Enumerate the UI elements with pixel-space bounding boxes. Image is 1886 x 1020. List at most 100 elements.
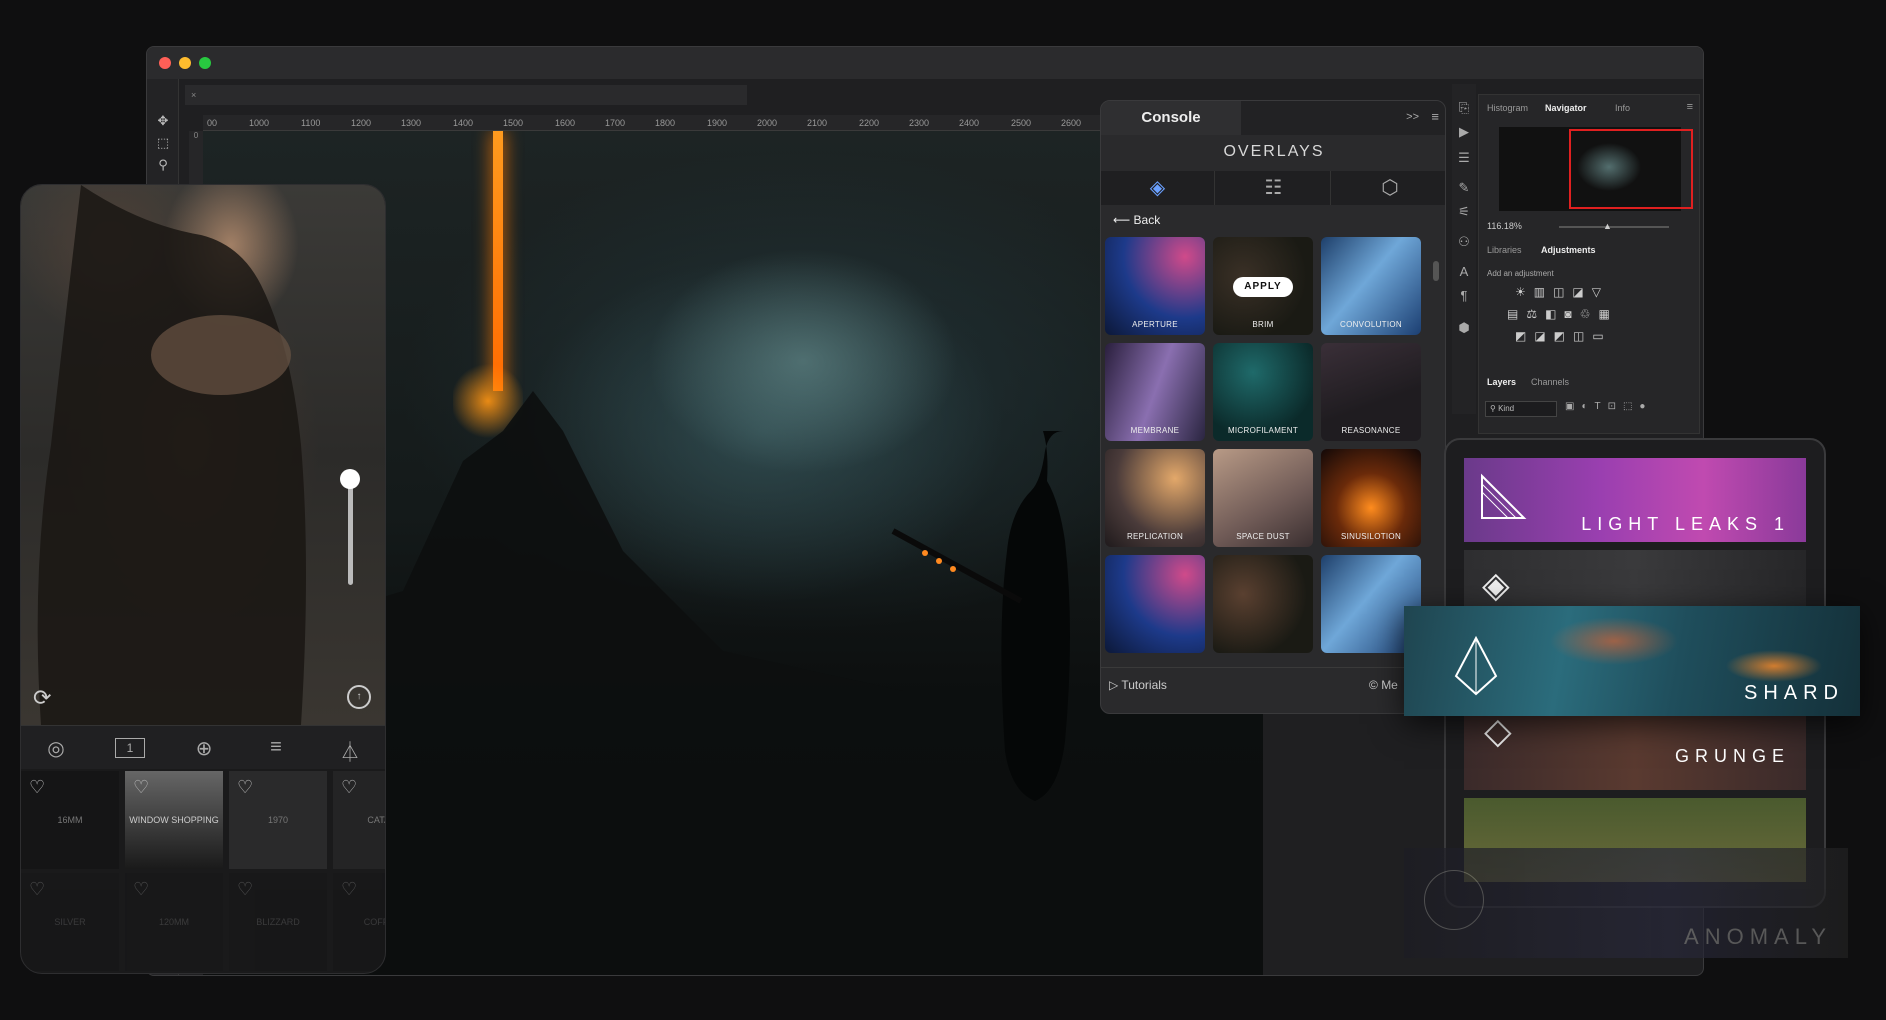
panel-menu-icon[interactable]: ≡ [1431, 109, 1439, 124]
close-window-button[interactable] [159, 57, 171, 69]
film-label: CATAR [367, 815, 385, 825]
tab-layers[interactable]: Layers [1487, 377, 1516, 387]
adjustment-icons-row[interactable]: ▤⚖◧◙♲▦ [1507, 307, 1618, 321]
apply-button[interactable]: APPLY [1233, 277, 1293, 297]
frame-icon[interactable]: 1 [115, 738, 145, 758]
frame-badge: 1 [126, 741, 134, 755]
console-tab[interactable]: Console [1101, 101, 1241, 135]
overlay-pack-banner[interactable]: ◇ GRUNGE [1464, 706, 1806, 790]
film-preset[interactable]: ♡ CATAR [333, 771, 385, 869]
favorite-heart-icon[interactable]: ♡ [341, 777, 357, 798]
blend-icon[interactable]: ◎ [41, 736, 71, 762]
favorite-heart-icon[interactable]: ♡ [237, 777, 253, 798]
properties-icon[interactable]: ☰ [1454, 150, 1474, 170]
tab-info[interactable]: Info [1615, 103, 1630, 113]
move-icon[interactable]: ✥ [153, 113, 173, 131]
layer-filter-icons[interactable]: ▣◐T⊡⬚● [1565, 401, 1652, 412]
sliders-icon[interactable]: ≡ [261, 736, 291, 762]
tab-adjustments[interactable]: Adjustments [1541, 245, 1596, 255]
3d-cube-icon[interactable]: ⬢ [1454, 320, 1474, 340]
adjustments-panel-icon[interactable]: ☷ [1217, 171, 1331, 205]
brush-icon[interactable]: ✎ [1454, 180, 1474, 200]
expand-panel-button[interactable]: >> [1406, 111, 1419, 123]
film-preset[interactable]: ♡ WINDOW SHOPPING [125, 771, 223, 869]
tab-navigator[interactable]: Navigator [1545, 103, 1587, 113]
history-icon[interactable]: ⎘ [1454, 100, 1474, 120]
ruler-mark: 2300 [909, 118, 930, 128]
overlay-tile[interactable]: SPACE DUST [1213, 449, 1313, 547]
play-action-icon[interactable]: ▶ [1454, 124, 1474, 144]
overlay-tile-label: MEMBRANE [1130, 426, 1180, 435]
console-mode-tabs: ◈ ☷ ⬡ [1101, 171, 1445, 205]
magic-wand-icon[interactable]: ⚲ [153, 157, 173, 175]
character-icon[interactable]: A [1454, 264, 1474, 284]
favorite-heart-icon[interactable]: ♡ [237, 879, 253, 900]
overlay-tile[interactable]: APPLY BRIM [1213, 237, 1313, 335]
overlay-tile[interactable]: MEMBRANE [1105, 343, 1205, 441]
film-preset[interactable]: ♡ 16MM [21, 771, 119, 869]
favorite-heart-icon[interactable]: ♡ [341, 879, 357, 900]
reset-icon[interactable]: ⟳ [33, 685, 51, 711]
overlay-pack-banner[interactable]: LIGHT LEAKS 1 [1464, 458, 1806, 542]
layers-stack-icon[interactable]: ◈ [1101, 171, 1215, 205]
anomaly-overlay-banner[interactable]: ANOMALY [1404, 848, 1848, 958]
zoom-window-button[interactable] [199, 57, 211, 69]
film-preset[interactable]: ♡ BLIZZARD [229, 873, 327, 971]
zoom-slider-track[interactable] [1559, 226, 1669, 228]
banner-title: ANOMALY [1684, 924, 1832, 949]
shard-overlay-banner[interactable]: SHARD [1404, 606, 1860, 716]
navigator-view-rect[interactable] [1569, 129, 1693, 209]
panel-icon-column: ⎘ ▶ ☰ ✎ ⚟ ⚇ A ¶ ⬢ [1452, 84, 1476, 414]
overlay-tile[interactable]: APERTURE [1105, 237, 1205, 335]
overlay-tile[interactable]: MICROFILAMENT [1213, 343, 1313, 441]
settings-hexagon-icon[interactable]: ⬡ [1333, 171, 1445, 205]
zoom-slider-knob[interactable]: ▲ [1603, 221, 1612, 231]
film-preset[interactable]: ♡ 1970 [229, 771, 327, 869]
layer-kind-filter[interactable]: ⚲ Kind [1485, 401, 1557, 417]
favorite-heart-icon[interactable]: ♡ [133, 879, 149, 900]
intensity-slider-track[interactable] [348, 475, 353, 585]
tab-close-icon[interactable]: × [191, 90, 196, 100]
tutorials-button[interactable]: ▷ Tutorials [1109, 678, 1167, 692]
more-button[interactable]: © Me [1369, 678, 1398, 692]
zoom-level[interactable]: 116.18% [1487, 221, 1522, 231]
document-tab[interactable]: × [185, 85, 747, 105]
film-preset[interactable]: ♡ COFFEE [333, 873, 385, 971]
add-icon[interactable]: ⊕ [189, 736, 219, 762]
people-icon[interactable]: ⚇ [1454, 234, 1474, 254]
favorite-heart-icon[interactable]: ♡ [29, 879, 45, 900]
panel-menu-icon[interactable]: ≡ [1687, 101, 1693, 113]
overlay-tile[interactable]: SINUSILOTION [1321, 449, 1421, 547]
portrait-silhouette [37, 185, 307, 725]
paragraph-icon[interactable]: ¶ [1454, 288, 1474, 308]
adjustment-icons-row[interactable]: ◩◪◩◫▭ [1515, 329, 1612, 343]
minimize-window-button[interactable] [179, 57, 191, 69]
overlay-tile[interactable]: REPLICATION [1105, 449, 1205, 547]
overlay-tile[interactable]: REASONANCE [1321, 343, 1421, 441]
intensity-slider-knob[interactable] [340, 469, 360, 489]
ruler-mark: 1600 [555, 118, 576, 128]
adjustment-icons-row[interactable]: ☀▥◫◪▽ [1515, 285, 1609, 299]
vruler-mark: 0 [193, 131, 199, 140]
console-scrollbar[interactable] [1433, 261, 1439, 281]
play-icon: ▷ [1109, 678, 1122, 692]
compare-icon[interactable]: ↑ [347, 685, 371, 709]
marquee-icon[interactable]: ⬚ [153, 135, 173, 153]
tab-channels[interactable]: Channels [1531, 377, 1569, 387]
overlay-tile[interactable] [1105, 555, 1205, 653]
tab-libraries[interactable]: Libraries [1487, 245, 1522, 255]
swatches-icon[interactable]: ⚟ [1454, 204, 1474, 224]
favorite-heart-icon[interactable]: ♡ [133, 777, 149, 798]
film-preset[interactable]: ♡ SILVER [21, 873, 119, 971]
favorite-heart-icon[interactable]: ♡ [29, 777, 45, 798]
overlay-tile[interactable] [1213, 555, 1313, 653]
flask-icon[interactable]: ⏃ [335, 736, 365, 764]
back-button[interactable]: ⟵ Back [1113, 213, 1160, 227]
film-preset[interactable]: ♡ 120MM [125, 873, 223, 971]
overlay-tile[interactable]: CONVOLUTION [1321, 237, 1421, 335]
overlay-tile-label: SPACE DUST [1236, 532, 1290, 541]
tab-histogram[interactable]: Histogram [1487, 103, 1528, 113]
ruler-mark: 2200 [859, 118, 880, 128]
navigator-thumbnail[interactable] [1499, 127, 1693, 211]
banner-title: LIGHT LEAKS 1 [1581, 514, 1790, 534]
